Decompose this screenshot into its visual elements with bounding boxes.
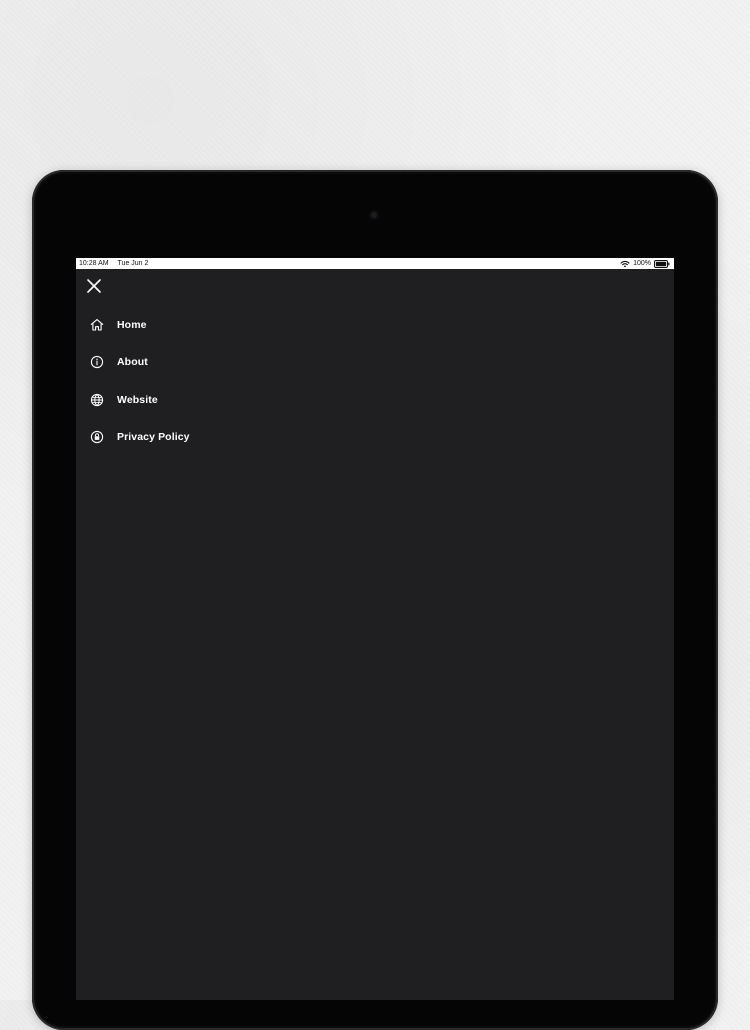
status-left: 10:28 AM Tue Jun 2 xyxy=(79,258,148,269)
close-button[interactable] xyxy=(85,277,103,295)
app-screen: 10:28 AM Tue Jun 2 100% Home About Websi… xyxy=(76,258,674,1000)
drawer-menu: Home About Website Privacy Policy xyxy=(90,306,330,456)
status-time: 10:28 AM xyxy=(79,260,109,267)
info-icon xyxy=(90,355,104,369)
menu-label-website: Website xyxy=(117,393,158,406)
menu-item-home[interactable]: Home xyxy=(90,306,330,344)
tablet-device: 10:28 AM Tue Jun 2 100% Home About Websi… xyxy=(32,170,718,1030)
status-bar: 10:28 AM Tue Jun 2 100% xyxy=(76,258,674,269)
battery-icon xyxy=(654,259,670,268)
menu-label-about: About xyxy=(117,356,148,369)
menu-label-privacy-policy: Privacy Policy xyxy=(117,431,190,444)
lock-circle-icon xyxy=(90,430,104,444)
front-camera xyxy=(369,210,379,220)
menu-item-privacy-policy[interactable]: Privacy Policy xyxy=(90,419,330,457)
home-icon xyxy=(90,318,104,332)
close-icon xyxy=(87,279,101,293)
status-date: Tue Jun 2 xyxy=(117,260,149,267)
wifi-icon xyxy=(620,260,630,268)
battery-percent: 100% xyxy=(633,260,651,267)
menu-item-about[interactable]: About xyxy=(90,344,330,382)
status-right: 100% xyxy=(620,258,670,269)
globe-icon xyxy=(90,393,104,407)
menu-item-website[interactable]: Website xyxy=(90,381,330,419)
menu-label-home: Home xyxy=(117,318,147,331)
